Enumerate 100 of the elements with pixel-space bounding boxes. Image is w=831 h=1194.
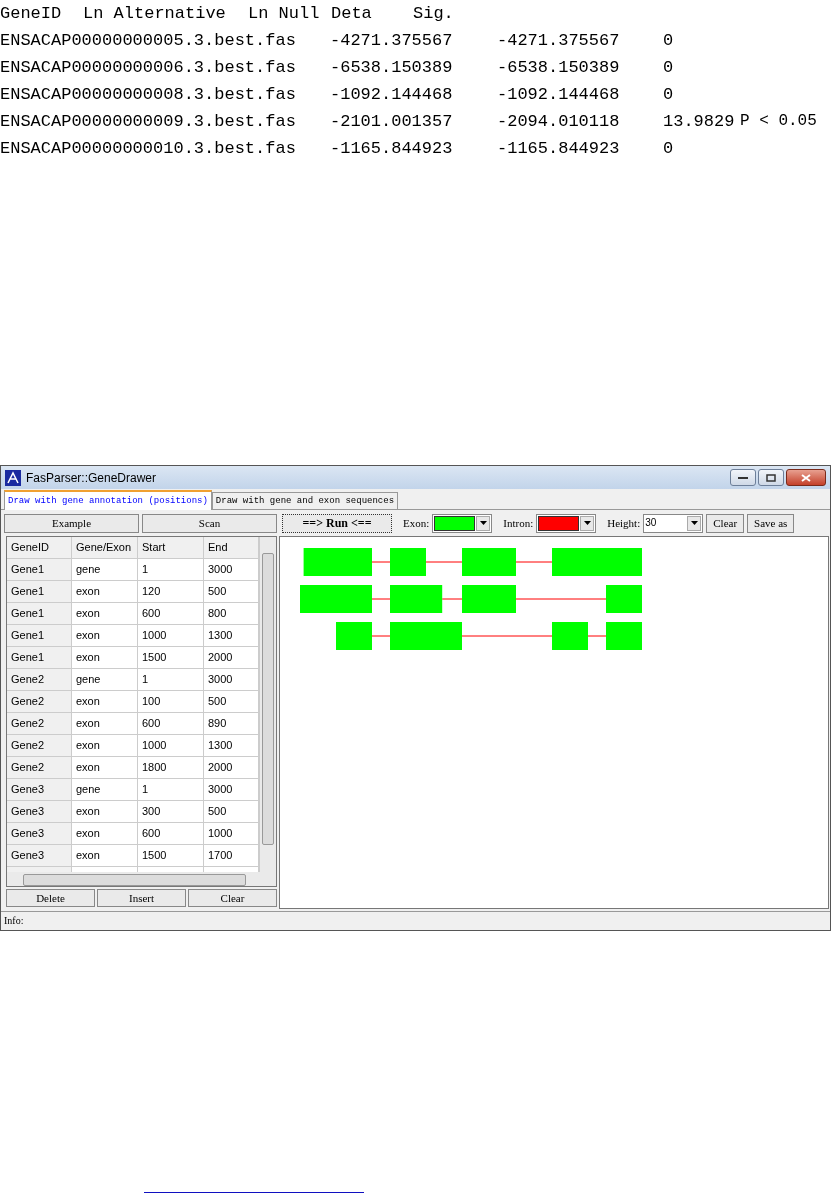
table-button[interactable]: Insert: [97, 889, 186, 907]
table-cell: exon: [72, 801, 138, 823]
table-cell: 1: [138, 669, 204, 691]
picker-label: Intron:: [503, 517, 534, 529]
color-dropdown[interactable]: [432, 513, 493, 533]
column-heading: Sig.: [413, 3, 454, 25]
table-cell: 600: [138, 603, 204, 625]
table-cell: exon: [72, 603, 138, 625]
table-button[interactable]: Clear: [188, 889, 277, 907]
status-bar: Info:: [1, 911, 830, 930]
column-header[interactable]: Start: [138, 537, 204, 559]
maximize-icon: [766, 473, 776, 482]
caret-icon: [479, 521, 487, 525]
ln-alternative-value: -2101.001357: [330, 111, 453, 133]
close-icon: [801, 473, 811, 482]
ln-alternative-value: -6538.150389: [330, 57, 453, 79]
column-header[interactable]: GeneID: [7, 537, 72, 559]
table-cell: 1800: [138, 757, 204, 779]
table-cell: 1500: [138, 647, 204, 669]
toolbar-button[interactable]: Save as: [747, 513, 795, 533]
table-cell: exon: [72, 757, 138, 779]
table-cell: Gene3: [7, 823, 72, 845]
table-cell: exon: [72, 735, 138, 757]
table-cell: 1000: [138, 625, 204, 647]
ln-null-value: -2094.010118: [497, 111, 620, 133]
deta-value: 13.9829: [663, 111, 735, 133]
table-cell: Gene2: [7, 713, 72, 735]
toolbar-button[interactable]: Clear: [706, 513, 745, 533]
table-cell: 100: [138, 691, 204, 713]
table-cell: Gene2: [7, 669, 72, 691]
table-cell: exon: [72, 691, 138, 713]
ln-null-value: -1165.844923: [497, 138, 620, 160]
window-title: FasParser::GeneDrawer: [26, 470, 157, 485]
color-dropdown[interactable]: [536, 513, 597, 533]
column-heading: GeneID: [0, 3, 62, 25]
table-cell: Gene2: [7, 757, 72, 779]
table-cell: exon: [72, 823, 138, 845]
gene-id: ENSACAP00000000008.3.best.fas: [0, 84, 296, 106]
table-cell: Gene1: [7, 581, 72, 603]
deta-value: 0: [663, 138, 674, 160]
gene-id: ENSACAP00000000006.3.best.fas: [0, 57, 296, 79]
table-cell: 1: [138, 779, 204, 801]
table-cell: 600: [138, 713, 204, 735]
table-cell: 1000: [138, 735, 204, 757]
horizontal-scrollbar[interactable]: [6, 872, 277, 887]
table-cell: exon: [72, 713, 138, 735]
gene-id: ENSACAP00000000009.3.best.fas: [0, 111, 296, 133]
table-cell: Gene1: [7, 559, 72, 581]
tab[interactable]: Draw with gene annotation (positions): [4, 490, 212, 510]
table-cell: Gene3: [7, 779, 72, 801]
table-cell: 1: [138, 559, 204, 581]
table-cell: Gene3: [7, 801, 72, 823]
sig-value: P < 0.05: [740, 111, 817, 132]
caret-icon: [690, 521, 698, 525]
table-cell: Gene2: [7, 691, 72, 713]
table-cell: exon: [72, 845, 138, 867]
toolbar-button[interactable]: Example: [4, 513, 139, 533]
app-icon: [5, 469, 21, 486]
close-button[interactable]: [786, 469, 826, 486]
table-cell: 600: [138, 823, 204, 845]
column-header[interactable]: End: [204, 537, 259, 559]
vertical-scrollbar[interactable]: [259, 537, 276, 872]
minimize-button[interactable]: [730, 469, 756, 486]
column-heading: Ln Alternative: [83, 3, 226, 25]
table-cell: gene: [72, 559, 138, 581]
column-heading: Deta: [331, 3, 372, 25]
ln-alternative-value: -1092.144468: [330, 84, 453, 106]
column-header[interactable]: Gene/Exon: [72, 537, 138, 559]
table-cell: Gene1: [7, 647, 72, 669]
table-cell: Gene2: [7, 735, 72, 757]
picker-label: Exon:: [403, 517, 430, 529]
height-label: Height:: [607, 517, 641, 529]
column-heading: Ln Null: [248, 3, 320, 25]
table-cell: exon: [72, 581, 138, 603]
table-cell: gene: [72, 779, 138, 801]
gene-id: ENSACAP00000000005.3.best.fas: [0, 30, 296, 52]
gene-id: ENSACAP00000000010.3.best.fas: [0, 138, 296, 160]
toolbar-button[interactable]: Scan: [142, 513, 277, 533]
table-cell: Gene1: [7, 603, 72, 625]
ln-alternative-value: -1165.844923: [330, 138, 453, 160]
table-button[interactable]: Delete: [6, 889, 95, 907]
table-cell: exon: [72, 647, 138, 669]
deta-value: 0: [663, 57, 674, 79]
table-cell: 300: [138, 801, 204, 823]
caret-icon: [583, 521, 591, 525]
table-cell: gene: [72, 669, 138, 691]
table-cell: Gene3: [7, 845, 72, 867]
table-cell: 120: [138, 581, 204, 603]
deta-value: 0: [663, 84, 674, 106]
run-button[interactable]: ==> Run <==: [282, 513, 392, 533]
ln-alternative-value: -4271.375567: [330, 30, 453, 52]
deta-value: 0: [663, 30, 674, 52]
maximize-button[interactable]: [758, 469, 784, 486]
table-cell: 1500: [138, 845, 204, 867]
height-dropdown[interactable]: 30: [643, 513, 704, 533]
ln-null-value: -4271.375567: [497, 30, 620, 52]
ln-null-value: -1092.144468: [497, 84, 620, 106]
tab[interactable]: Draw with gene and exon sequences: [211, 492, 399, 509]
ln-null-value: -6538.150389: [497, 57, 620, 79]
table-cell: exon: [72, 625, 138, 647]
